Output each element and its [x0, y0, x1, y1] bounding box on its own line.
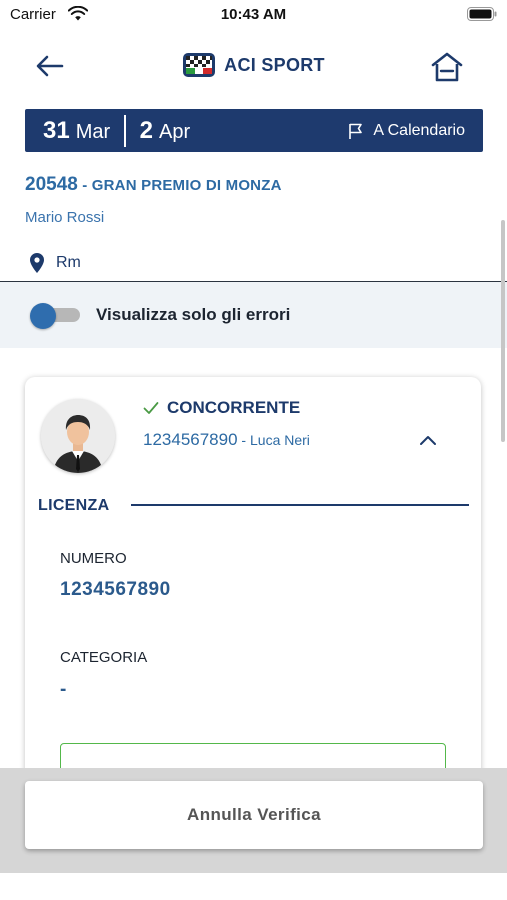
errors-only-toggle[interactable] [30, 303, 80, 329]
event-code: 20548 [25, 174, 78, 195]
filter-row: Visualizza solo gli errori [0, 282, 507, 348]
field-value-categoria: - [60, 679, 67, 700]
home-indicator-area [0, 873, 507, 900]
person-avatar-icon [41, 399, 115, 473]
status-time: 10:43 AM [220, 6, 287, 23]
home-icon [431, 52, 463, 82]
field-label-categoria: CATEGORIA [60, 649, 148, 666]
calendar-link-label: A Calendario [373, 121, 465, 139]
role-row: CONCORRENTE [143, 398, 300, 418]
field-value-numero: 1234567890 [60, 579, 171, 600]
event-title: 20548 - GRAN PREMIO DI MONZA [25, 174, 282, 196]
location-label: Rm [56, 254, 81, 271]
scrollbar[interactable] [501, 220, 505, 442]
end-day: 2 [139, 116, 154, 144]
battery-icon [467, 7, 497, 21]
map-pin-icon [30, 253, 44, 273]
role-detail: 1234567890 - Luca Neri [143, 430, 310, 450]
start-day: 31 [43, 116, 70, 144]
aci-sport-logo [183, 53, 216, 77]
start-month: Mar [75, 120, 111, 143]
event-person: Mario Rossi [25, 209, 105, 226]
event-separator: - [77, 177, 92, 194]
role-number: 1234567890 [143, 430, 238, 449]
flag-icon [349, 123, 363, 139]
event-name: GRAN PREMIO DI MONZA [91, 177, 282, 194]
role-label: CONCORRENTE [167, 398, 301, 417]
screen: Carrier 10:43 AM ACI SPORT 31 Mar 2 Apr … [0, 0, 507, 900]
start-date: 31 Mar [25, 117, 110, 145]
event-date-bar: 31 Mar 2 Apr A Calendario [25, 109, 483, 152]
event-location: Rm [28, 252, 81, 274]
home-button[interactable] [427, 50, 467, 84]
app-title: ACI SPORT [224, 54, 325, 75]
calendar-link[interactable]: A Calendario [347, 122, 465, 140]
section-title-licenza: LICENZA [38, 497, 110, 514]
toggle-knob [30, 303, 56, 329]
errors-only-label: Visualizza solo gli errori [96, 305, 291, 324]
field-label-numero: NUMERO [60, 550, 127, 567]
end-date: 2 Apr [140, 117, 190, 145]
app-header: ACI SPORT [0, 40, 507, 94]
status-bar: Carrier 10:43 AM [0, 0, 507, 30]
role-person-name: Luca Neri [250, 432, 310, 448]
check-icon [143, 402, 159, 414]
avatar [41, 399, 115, 473]
participant-card: CONCORRENTE 1234567890 - Luca Neri LICEN… [25, 377, 481, 797]
collapse-button[interactable] [413, 427, 443, 453]
date-divider [124, 114, 126, 147]
cancel-verification-button[interactable]: Annulla Verifica [25, 781, 483, 849]
role-separator: - [237, 432, 250, 448]
end-month: Apr [159, 120, 191, 143]
section-divider [131, 504, 469, 506]
chevron-up-icon [420, 436, 436, 445]
